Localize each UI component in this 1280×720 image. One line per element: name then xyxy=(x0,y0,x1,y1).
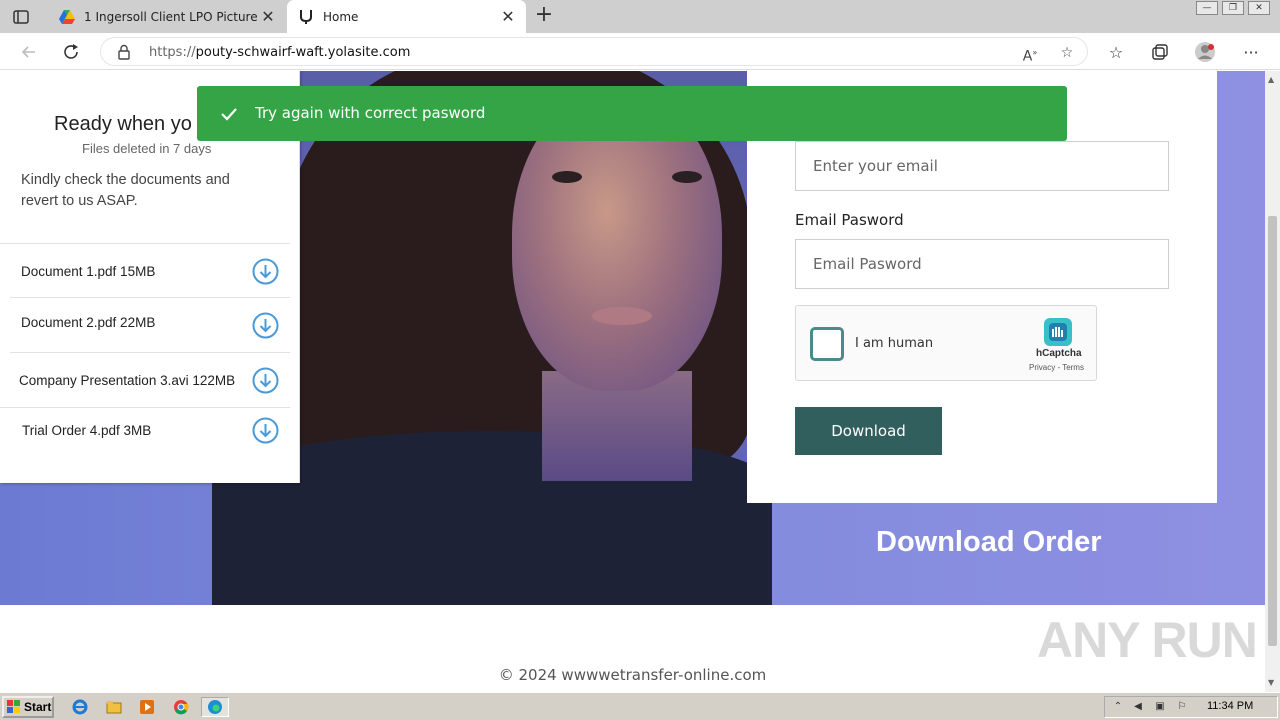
download-button[interactable]: Download xyxy=(795,407,942,455)
google-drive-icon xyxy=(58,8,76,26)
collections-icon[interactable] xyxy=(1149,41,1171,63)
new-tab-icon[interactable]: + xyxy=(533,4,555,27)
document-row[interactable]: Document 2.pdf 22MB xyxy=(0,297,300,351)
ie-icon[interactable] xyxy=(69,697,91,717)
browser-tab-bar: 1 Ingersoll Client LPO Pictures & ✕ Home… xyxy=(0,0,1280,33)
anyrun-watermark: ANY RUN xyxy=(1037,612,1258,668)
system-tray: ⌃ ◀ ▣ ⚐ 11:34 PM xyxy=(1104,696,1278,718)
minimize-icon[interactable]: — xyxy=(1196,1,1218,15)
email-input[interactable] xyxy=(796,142,1168,190)
hcaptcha-logo-icon xyxy=(1044,318,1072,346)
row-divider xyxy=(10,297,290,298)
row-divider xyxy=(0,243,290,244)
url-host: pouty-schwairf-waft.yolasite.com xyxy=(195,45,411,60)
download-circle-icon[interactable] xyxy=(252,312,279,339)
url-scheme: https:// xyxy=(149,45,196,60)
document-name: Document 1.pdf 15MB xyxy=(21,264,156,279)
edge-icon[interactable] xyxy=(201,697,229,717)
url-bar[interactable]: https://pouty-schwairf-waft.yolasite.com… xyxy=(100,37,1088,66)
toast-message: Try again with correct pasword xyxy=(255,104,486,122)
download-circle-icon[interactable] xyxy=(252,258,279,285)
taskbar: Start ⌃ ◀ ▣ ⚐ 11:34 PM xyxy=(0,692,1280,720)
password-field[interactable] xyxy=(795,239,1169,289)
close-tab-icon[interactable]: ✕ xyxy=(258,7,278,27)
photo-eye xyxy=(552,171,582,183)
scroll-down-icon[interactable]: ▼ xyxy=(1268,678,1274,687)
checkmark-icon xyxy=(221,108,237,121)
tab-ingersoll[interactable]: 1 Ingersoll Client LPO Pictures & ✕ xyxy=(48,0,286,33)
tab-home[interactable]: Home ✕ xyxy=(287,0,526,33)
captcha-checkbox[interactable] xyxy=(810,327,844,361)
download-circle-icon[interactable] xyxy=(252,417,279,444)
captcha-brand: hCaptcha xyxy=(1036,348,1082,359)
page-scrollbar[interactable]: ▲ ▼ xyxy=(1265,71,1280,692)
address-bar-row: https://pouty-schwairf-waft.yolasite.com… xyxy=(0,33,1280,70)
tab-title: Home xyxy=(323,9,359,24)
page-viewport: Download Order Ready when yo Files delet… xyxy=(0,71,1265,692)
yola-icon xyxy=(297,8,315,26)
photo-lips xyxy=(592,307,652,325)
favorites-icon[interactable]: ☆ xyxy=(1105,41,1127,63)
photo-eye xyxy=(672,171,702,183)
document-row[interactable]: Document 1.pdf 15MB xyxy=(0,243,300,297)
more-options-icon[interactable]: ··· xyxy=(1240,41,1262,63)
password-input[interactable] xyxy=(796,240,1168,288)
password-label: Email Pasword xyxy=(795,211,904,229)
captcha-links[interactable]: Privacy - Terms xyxy=(1029,363,1084,372)
email-field[interactable] xyxy=(795,141,1169,191)
url-text: https://pouty-schwairf-waft.yolasite.com xyxy=(149,45,410,60)
error-toast: Try again with correct pasword xyxy=(197,86,1067,141)
windows-logo-icon xyxy=(7,700,20,713)
flag-icon[interactable]: ⚐ xyxy=(1175,701,1189,713)
document-name: Document 2.pdf 22MB xyxy=(21,315,156,330)
scroll-thumb[interactable] xyxy=(1268,216,1277,646)
media-player-icon[interactable] xyxy=(136,697,158,717)
window-controls: — ❐ ✕ xyxy=(1196,1,1270,15)
document-row[interactable]: Company Presentation 3.avi 122MB xyxy=(0,352,300,406)
chevron-up-icon[interactable]: ⌃ xyxy=(1111,701,1125,713)
start-button[interactable]: Start xyxy=(2,696,54,718)
folder-icon[interactable] xyxy=(103,697,125,717)
row-divider xyxy=(10,352,290,353)
refresh-icon[interactable] xyxy=(58,39,84,65)
close-tab-icon[interactable]: ✕ xyxy=(498,7,518,27)
card-title: Ready when yo xyxy=(54,113,192,135)
captcha-widget: I am human hCaptcha Privacy - Terms xyxy=(795,305,1097,381)
captcha-label: I am human xyxy=(855,336,934,351)
hero-title: Download Order xyxy=(876,526,1102,558)
profile-avatar-icon[interactable] xyxy=(1194,41,1216,63)
tab-title: 1 Ingersoll Client LPO Pictures & xyxy=(84,9,258,24)
tab-actions-icon[interactable] xyxy=(10,6,32,28)
back-arrow-icon[interactable] xyxy=(16,39,42,65)
lock-icon[interactable] xyxy=(117,44,131,64)
card-subtitle: Files deleted in 7 days xyxy=(82,141,212,156)
speaker-icon[interactable]: ◀ xyxy=(1131,701,1145,713)
document-name: Trial Order 4.pdf 3MB xyxy=(22,423,152,438)
download-circle-icon[interactable] xyxy=(252,367,279,394)
document-row[interactable]: Trial Order 4.pdf 3MB xyxy=(0,407,300,461)
restore-icon[interactable]: ❐ xyxy=(1222,1,1244,15)
taskbar-clock[interactable]: 11:34 PM xyxy=(1207,700,1253,712)
add-favorite-icon[interactable]: ☆ xyxy=(1058,44,1076,62)
card-message: Kindly check the documents and revert to… xyxy=(21,172,230,209)
network-icon[interactable]: ▣ xyxy=(1153,701,1167,713)
scroll-up-icon[interactable]: ▲ xyxy=(1268,75,1274,84)
row-divider xyxy=(0,407,290,408)
read-aloud-icon[interactable]: A» xyxy=(1021,44,1039,65)
chrome-icon[interactable] xyxy=(170,697,192,717)
start-label: Start xyxy=(24,700,52,714)
close-window-icon[interactable]: ✕ xyxy=(1248,1,1270,15)
document-name: Company Presentation 3.avi 122MB xyxy=(19,373,236,388)
